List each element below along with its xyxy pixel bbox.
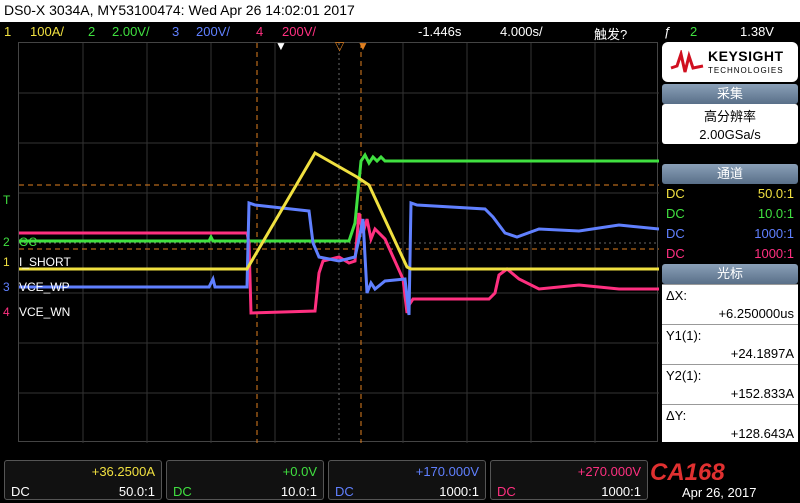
- cursor-marker-icon[interactable]: ▼: [357, 39, 369, 53]
- trigger-level-marker[interactable]: T: [3, 193, 10, 207]
- ch1-trace: [19, 150, 659, 271]
- cursor-dx-label: ΔX:: [666, 288, 687, 303]
- ch2-coupling: DC: [666, 206, 685, 221]
- trigger-level[interactable]: 1.38V: [740, 24, 774, 39]
- channel-scale-bar: 1 100A/ 2 2.00V/ 3 200V/ 4 200V/ -1.446s…: [0, 22, 800, 42]
- measurement-ch2[interactable]: +0.0V DC 10.0:1: [166, 460, 324, 500]
- ch1-coupling: DC: [666, 186, 685, 201]
- cursor-dx-value: +6.250000us: [718, 306, 794, 321]
- measurement-ch4[interactable]: +270.000V DC 1000:1: [490, 460, 648, 500]
- ch3-scale[interactable]: 200V/: [196, 24, 230, 39]
- watermark-brand: CA168: [650, 459, 725, 486]
- cursor-panel-header[interactable]: 光标: [662, 264, 798, 284]
- cursor-delta-x[interactable]: ΔX: +6.250000us: [662, 284, 798, 324]
- ch2-ground-number[interactable]: 2: [3, 235, 10, 249]
- channel-row-4[interactable]: DC 1000:1: [662, 244, 798, 264]
- timebase[interactable]: 4.000s/: [500, 24, 543, 39]
- watermark: CA168 Apr 26, 2017: [650, 459, 800, 503]
- time-delay[interactable]: -1.446s: [418, 24, 461, 39]
- side-panel: KEYSIGHT TECHNOLOGIES 采集 高分辨率 2.00GSa/s …: [660, 42, 800, 442]
- cursor-y1-label: Y1(1):: [666, 328, 702, 343]
- cursor-delta-y[interactable]: ΔY: +128.643A: [662, 404, 798, 442]
- keysight-logo: KEYSIGHT TECHNOLOGIES: [662, 42, 798, 82]
- time-reference-icon: ▼: [275, 39, 287, 53]
- ch3-number[interactable]: 3: [172, 24, 179, 39]
- ch2-number[interactable]: 2: [88, 24, 95, 39]
- ch1-scale[interactable]: 100A/: [30, 24, 64, 39]
- cursor-dy-label: ΔY:: [666, 408, 687, 423]
- ch1-label: I_SHORT: [19, 255, 71, 269]
- cursor-y1[interactable]: Y1(1): +24.1897A: [662, 324, 798, 364]
- ch4-label: VCE_WN: [19, 305, 71, 319]
- meas-ch2-coupling: DC: [173, 484, 192, 499]
- channel-panel-body: DC 50.0:1 DC 10.0:1 DC 1000:1 DC 1000:1: [662, 184, 798, 264]
- cursor-y1-value: +24.1897A: [730, 346, 794, 361]
- window-title: DS0-X 3034A, MY53100474: Wed Apr 26 14:0…: [0, 0, 800, 22]
- logo-name: KEYSIGHT: [708, 48, 784, 64]
- capture-date: Apr 26, 2017: [682, 485, 757, 500]
- cursor-y2-value: +152.833A: [730, 386, 794, 401]
- trigger-edge-icon: ƒ: [664, 24, 672, 39]
- ch3-ground-number[interactable]: 3: [3, 280, 10, 294]
- meas-ch3-probe: 1000:1: [439, 484, 479, 499]
- cursor-y2[interactable]: Y2(1): +152.833A: [662, 364, 798, 404]
- ch1-ground-number[interactable]: 1: [3, 255, 10, 269]
- channel-row-1[interactable]: DC 50.0:1: [662, 184, 798, 204]
- center-axes: [19, 43, 659, 443]
- ch4-coupling: DC: [666, 246, 685, 261]
- ch3-coupling: DC: [666, 226, 685, 241]
- channel-row-2[interactable]: DC 10.0:1: [662, 204, 798, 224]
- meas-ch4-value: +270.000V: [577, 464, 641, 479]
- ch2-label: OC: [19, 235, 37, 249]
- acquire-mode: 高分辨率: [703, 109, 756, 124]
- meas-ch1-probe: 50.0:1: [118, 484, 155, 499]
- ch2-scale[interactable]: 2.00V/: [112, 24, 150, 39]
- ch4-probe: 1000:1: [754, 246, 794, 261]
- ch2-probe: 10.0:1: [757, 206, 794, 221]
- trigger-source[interactable]: 2: [690, 24, 697, 39]
- meas-ch4-coupling: DC: [497, 484, 516, 499]
- cursor-y2-label: Y2(1):: [666, 368, 702, 383]
- ch1-number[interactable]: 1: [4, 24, 11, 39]
- cursor-dy-value: +128.643A: [730, 426, 794, 441]
- waveform-svg: [19, 43, 659, 443]
- ch1-probe: 50.0:1: [757, 186, 794, 201]
- ch3-label: VCE_WP: [19, 280, 70, 294]
- acquire-header[interactable]: 采集: [662, 84, 798, 104]
- logo-sub: TECHNOLOGIES: [708, 66, 784, 75]
- meas-ch4-probe: 1000:1: [601, 484, 641, 499]
- channel-row-3[interactable]: DC 1000:1: [662, 224, 798, 244]
- meas-ch3-coupling: DC: [335, 484, 354, 499]
- measurement-ch3[interactable]: +170.000V DC 1000:1: [328, 460, 486, 500]
- waveform-display[interactable]: T 2 OC 1 I_SHORT 3 VCE_WP 4 VCE_WN ▼ ▽ ▼: [3, 39, 659, 443]
- meas-ch2-probe: 10.0:1: [280, 484, 317, 499]
- meas-ch3-value: +170.000V: [415, 464, 479, 479]
- meas-ch2-value: +0.0V: [282, 464, 317, 479]
- meas-ch1-coupling: DC: [11, 484, 30, 499]
- acquire-rate: 2.00GSa/s: [699, 127, 761, 142]
- ch4-number[interactable]: 4: [256, 24, 263, 39]
- keysight-wave-icon: [670, 50, 704, 73]
- ch4-ground-number[interactable]: 4: [3, 305, 10, 319]
- channel-panel-header[interactable]: 通道: [662, 164, 798, 184]
- meas-ch1-value: +36.2500A: [91, 464, 155, 479]
- measurement-ch1[interactable]: +36.2500A DC 50.0:1: [4, 460, 162, 500]
- trigger-mode[interactable]: 触发?: [594, 24, 627, 43]
- ch3-probe: 1000:1: [754, 226, 794, 241]
- acquire-body: 高分辨率 2.00GSa/s: [662, 104, 798, 144]
- trigger-position-icon[interactable]: ▽: [335, 39, 344, 53]
- ch4-scale[interactable]: 200V/: [282, 24, 316, 39]
